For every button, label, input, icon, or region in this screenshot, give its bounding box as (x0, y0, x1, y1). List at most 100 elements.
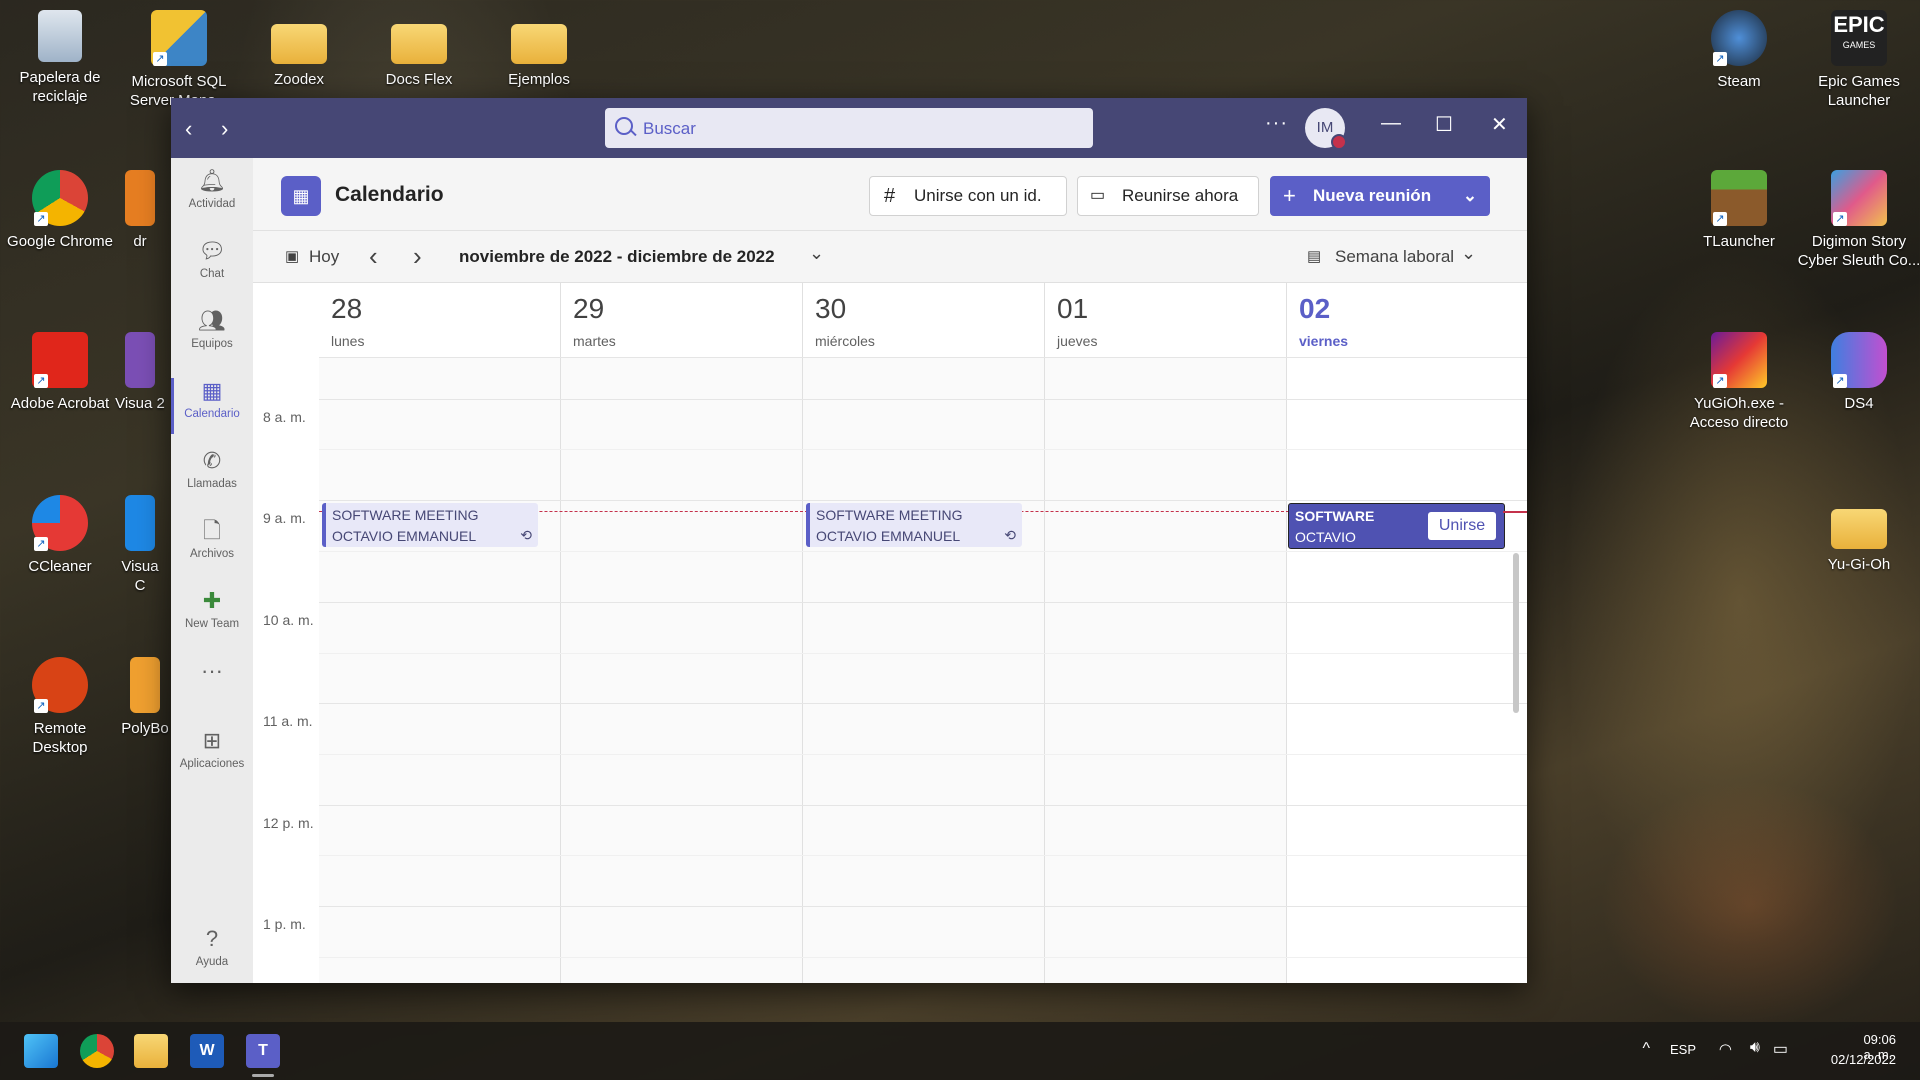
close-icon[interactable]: ✕ (1491, 112, 1508, 137)
desktop-icon-recycle-bin[interactable]: Papelera de reciclaje (5, 10, 115, 106)
rail-item-aplicaciones[interactable]: ⊞ Aplicaciones (171, 728, 253, 770)
join-button[interactable]: Unirse (1428, 512, 1496, 540)
rail-item-actividad[interactable]: 🔔︎ Actividad (171, 168, 253, 210)
teams-icon: 👥︎ (198, 308, 226, 333)
chevron-up-icon[interactable]: ^ (1642, 1040, 1650, 1058)
rail-item-new-team[interactable]: ✚ New Team (171, 588, 253, 630)
desktop-icon-docs-flex[interactable]: Docs Flex (364, 10, 474, 89)
day-header[interactable]: 29 martes (561, 283, 803, 357)
apps-icon: ⊞ (202, 728, 222, 753)
time-label: 10 a. m. (263, 612, 314, 628)
day-column[interactable] (319, 357, 561, 983)
desktop-icon-yugioh-exe[interactable]: ↗ YuGiOh.exe - Acceso directo (1684, 332, 1794, 432)
new-meeting-button[interactable]: + Nueva reunión (1270, 176, 1450, 216)
rail-item-llamadas[interactable]: ✆ Llamadas (171, 448, 253, 490)
clock-date[interactable]: 02/12/2022 (1831, 1052, 1896, 1067)
hour-line (319, 357, 1527, 358)
desktop-icon-polyboard[interactable]: PolyBo (115, 657, 175, 738)
forward-arrow-icon[interactable]: › (221, 116, 228, 142)
desktop-icon-digimon[interactable]: ↗ Digimon Story Cyber Sleuth Co... (1794, 170, 1920, 270)
hour-line (319, 805, 1527, 806)
desktop-icon-steam[interactable]: ↗ Steam (1684, 10, 1794, 91)
day-header[interactable]: 30 miércoles (803, 283, 1045, 357)
rail-item-calendario[interactable]: ▦ Calendario (171, 378, 253, 434)
hour-line (319, 399, 1527, 400)
wifi-icon[interactable]: ◠ (1719, 1040, 1732, 1058)
scrollbar[interactable] (1513, 553, 1519, 713)
desktop-icon-zoodex[interactable]: Zoodex (244, 10, 354, 89)
hour-line (319, 500, 1527, 501)
volume-icon[interactable]: 🔊︎ (1750, 1039, 1760, 1057)
half-hour-line (319, 754, 1527, 755)
video-camera-icon: ▭ (1090, 187, 1106, 204)
day-column[interactable] (803, 357, 1045, 983)
desktop-icon-acrobat[interactable]: ↗ Adobe Acrobat (5, 332, 115, 413)
join-with-id-button[interactable]: # Unirse con un id. (869, 176, 1067, 216)
maximize-icon[interactable]: ☐ (1435, 112, 1453, 137)
desktop-icon-sql-server[interactable]: ↗ Microsoft SQL Server Mana... (124, 10, 234, 110)
today-button[interactable]: Hoy (309, 247, 339, 267)
chrome-icon[interactable] (80, 1034, 114, 1068)
file-explorer-icon[interactable] (134, 1034, 168, 1068)
calendar-app-icon: ▦ (281, 176, 321, 216)
language-indicator[interactable]: ESP (1670, 1042, 1696, 1057)
day-header[interactable]: 01 jueves (1045, 283, 1287, 357)
hour-line (319, 602, 1527, 603)
date-range-picker[interactable]: noviembre de 2022 - diciembre de 2022 (459, 247, 775, 267)
calendar-event[interactable]: SOFTWARE MEETING OCTAVIO EMMANUEL ⟲ (806, 503, 1022, 547)
next-week-icon[interactable]: › (413, 241, 422, 272)
rail-item-more-apps[interactable]: ··· (171, 658, 253, 688)
chrome-icon: ↗ (32, 170, 88, 226)
new-team-icon: ✚ (202, 588, 222, 613)
avatar[interactable]: IM (1305, 108, 1347, 150)
desktop-icon-remote-desktop[interactable]: ↗ Remote Desktop (5, 657, 115, 757)
previous-week-icon[interactable]: ‹ (369, 241, 378, 272)
desktop-icon-vscode[interactable]: Visua C (115, 495, 165, 595)
desktop-icon-ds4[interactable]: ↗ DS4 (1804, 332, 1914, 413)
desktop-icon-tlauncher[interactable]: ↗ TLauncher (1684, 170, 1794, 251)
calendar-event-current[interactable]: SOFTWARE OCTAVIO Unirse (1288, 503, 1505, 549)
day-header[interactable]: 28 lunes (319, 283, 561, 357)
folder-icon (511, 24, 567, 64)
vscode-icon (125, 495, 155, 551)
back-arrow-icon[interactable]: ‹ (185, 116, 192, 142)
day-column[interactable] (561, 357, 803, 983)
desktop-icon-dr[interactable]: dr (115, 170, 165, 251)
desktop-icon-ejemplos[interactable]: Ejemplos PolyBoard (484, 10, 594, 90)
folder-icon (391, 24, 447, 64)
ccleaner-icon: ↗ (32, 495, 88, 551)
chevron-down-icon[interactable]: ⌄ (809, 243, 824, 264)
rail-item-archivos[interactable]: 🗋︎ Archivos (171, 518, 253, 560)
half-hour-line (319, 449, 1527, 450)
folder-icon (271, 24, 327, 64)
day-header-today[interactable]: 02 viernes (1287, 283, 1527, 357)
new-meeting-dropdown[interactable]: ⌄ (1450, 176, 1490, 216)
desktop-icon-ccleaner[interactable]: ↗ CCleaner (5, 495, 115, 576)
day-column[interactable] (1045, 357, 1287, 983)
view-selector[interactable]: Semana laboral (1335, 247, 1454, 267)
desktop-icon-epic[interactable]: EPIC GAMES Epic Games Launcher (1804, 10, 1914, 110)
rail-item-equipos[interactable]: 👥︎ Equipos (171, 308, 253, 350)
teams-taskbar-icon[interactable]: T (246, 1034, 280, 1068)
calendar-event[interactable]: SOFTWARE MEETING OCTAVIO EMMANUEL ⟲ (322, 503, 538, 547)
time-column (253, 283, 320, 983)
windows-start-icon[interactable] (24, 1034, 58, 1068)
desktop-icon-yugioh-folder[interactable]: Yu-Gi-Oh (1804, 495, 1914, 574)
sql-server-icon: ↗ (151, 10, 207, 66)
word-icon[interactable]: W (190, 1034, 224, 1068)
rail-item-ayuda[interactable]: ? Ayuda (171, 926, 253, 968)
more-options-button[interactable]: ··· (1265, 112, 1288, 135)
day-column-today[interactable] (1287, 357, 1527, 983)
rail-item-chat[interactable]: 💬︎ Chat (171, 238, 253, 280)
chevron-down-icon[interactable]: ⌄ (1461, 243, 1476, 264)
search-input[interactable]: Buscar (605, 108, 1093, 148)
recurring-icon: ⟲ (520, 527, 532, 543)
minecraft-icon: ↗ (1711, 170, 1767, 226)
meet-now-button[interactable]: ▭ Reunirse ahora (1077, 176, 1259, 216)
battery-icon[interactable]: ▭ (1773, 1039, 1788, 1059)
desktop-icon-visual-studio[interactable]: Visua 2 (115, 332, 165, 413)
minimize-icon[interactable]: — (1381, 112, 1401, 135)
recurring-icon: ⟲ (1004, 527, 1016, 543)
wallpaper-detail (1600, 780, 1900, 1030)
desktop-icon-chrome[interactable]: ↗ Google Chrome (5, 170, 115, 251)
